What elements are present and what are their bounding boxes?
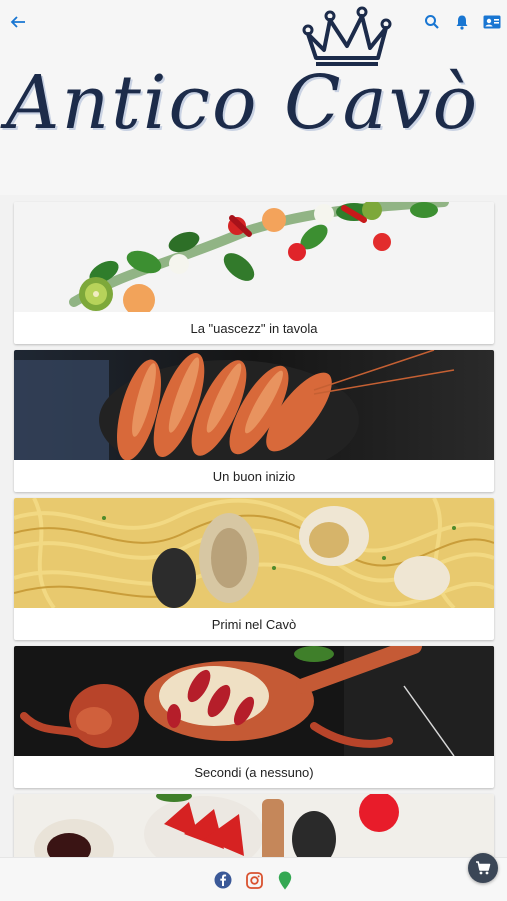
instagram-link[interactable] — [243, 869, 265, 891]
cart-button[interactable] — [468, 853, 498, 883]
location-link[interactable] — [274, 869, 296, 891]
search-button[interactable] — [420, 10, 444, 34]
category-image-spaghetti — [14, 498, 494, 608]
back-button[interactable] — [6, 10, 30, 34]
category-image-prawns — [14, 350, 494, 460]
facebook-link[interactable] — [212, 869, 234, 891]
cart-icon — [476, 861, 491, 875]
instagram-icon — [245, 871, 263, 889]
bell-icon — [456, 15, 468, 30]
restaurant-logo-text: Antico Cavò — [6, 60, 480, 146]
contacts-button[interactable] — [480, 10, 504, 34]
facebook-icon — [214, 871, 232, 889]
menu-category-card[interactable]: Un buon inizio — [14, 350, 494, 492]
category-image-dessert — [14, 794, 494, 864]
bottom-social-bar — [0, 857, 507, 901]
notifications-button[interactable] — [450, 10, 474, 34]
arrow-left-icon — [10, 16, 25, 28]
category-label: Primi nel Cavò — [211, 616, 297, 632]
category-image-lobster — [14, 646, 494, 756]
menu-category-card[interactable] — [14, 794, 494, 864]
map-pin-icon — [278, 871, 292, 889]
menu-category-card[interactable]: La "uascezz" in tavola — [14, 202, 494, 344]
contact-card-icon — [483, 15, 501, 29]
menu-category-card[interactable]: Secondi (a nessuno) — [14, 646, 494, 788]
category-label: Secondi (a nessuno) — [194, 764, 314, 780]
category-image-salad — [14, 202, 494, 312]
category-label: La "uascezz" in tavola — [190, 320, 318, 336]
top-app-bar — [0, 0, 507, 44]
menu-category-card[interactable]: Primi nel Cavò — [14, 498, 494, 640]
category-label: Un buon inizio — [212, 468, 296, 484]
search-icon — [425, 15, 439, 29]
